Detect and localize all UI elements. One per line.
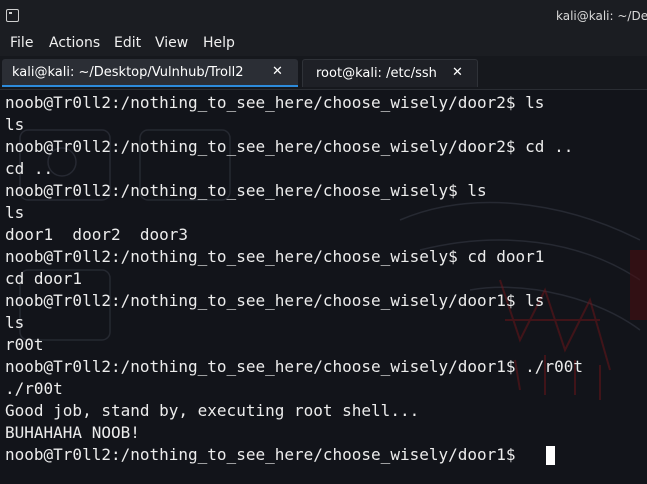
menu-edit[interactable]: Edit <box>114 35 141 51</box>
terminal-line: ./r00t <box>5 379 63 398</box>
menu-file[interactable]: File <box>10 35 33 51</box>
tab-label: root@kali: /etc/ssh <box>316 66 437 81</box>
menu-actions[interactable]: Actions <box>49 35 100 51</box>
terminal-line: cd door1 <box>5 269 83 288</box>
menu-bar: File Actions Edit View Help <box>0 32 647 56</box>
tab-bar: kali@kali: ~/Desktop/Vulnhub/Troll2 ✕ ro… <box>0 56 647 90</box>
menu-view[interactable]: View <box>155 35 188 51</box>
terminal-line: door1 door2 door3 <box>5 225 189 244</box>
terminal-line: noob@Tr0ll2:/nothing_to_see_here/choose_… <box>5 291 545 310</box>
text-cursor <box>546 446 555 465</box>
terminal-line: noob@Tr0ll2:/nothing_to_see_here/choose_… <box>5 137 574 156</box>
close-icon[interactable]: ✕ <box>272 64 283 79</box>
terminal-line: ls <box>5 313 25 332</box>
tab-root-ssh[interactable]: root@kali: /etc/ssh ✕ <box>302 59 478 87</box>
title-bar[interactable]: kali@kali: ~/Desk <box>0 0 647 32</box>
terminal-line: cd .. <box>5 159 54 178</box>
terminal-line: BUHAHAHA NOOB! <box>5 423 140 442</box>
terminal-line: noob@Tr0ll2:/nothing_to_see_here/choose_… <box>5 181 487 200</box>
window-title: kali@kali: ~/Desk <box>556 9 647 23</box>
terminal-line: ls <box>5 115 25 134</box>
terminal-output[interactable]: noob@Tr0ll2:/nothing_to_see_here/choose_… <box>0 92 647 484</box>
tab-kali-troll2[interactable]: kali@kali: ~/Desktop/Vulnhub/Troll2 ✕ <box>2 59 298 87</box>
terminal-line: r00t <box>5 335 44 354</box>
terminal-window: kali@kali: ~/Desk File Actions Edit View… <box>0 0 647 484</box>
tab-label: kali@kali: ~/Desktop/Vulnhub/Troll2 <box>12 65 244 80</box>
terminal-line: ls <box>5 203 25 222</box>
menu-help[interactable]: Help <box>203 35 235 51</box>
terminal-line: noob@Tr0ll2:/nothing_to_see_here/choose_… <box>5 93 545 112</box>
terminal-icon <box>6 9 19 22</box>
terminal-line: noob@Tr0ll2:/nothing_to_see_here/choose_… <box>5 357 583 376</box>
terminal-line: Good job, stand by, executing root shell… <box>5 401 420 420</box>
terminal-prompt[interactable]: noob@Tr0ll2:/nothing_to_see_here/choose_… <box>5 444 525 466</box>
close-icon[interactable]: ✕ <box>452 65 463 80</box>
terminal-line: noob@Tr0ll2:/nothing_to_see_here/choose_… <box>5 247 545 266</box>
